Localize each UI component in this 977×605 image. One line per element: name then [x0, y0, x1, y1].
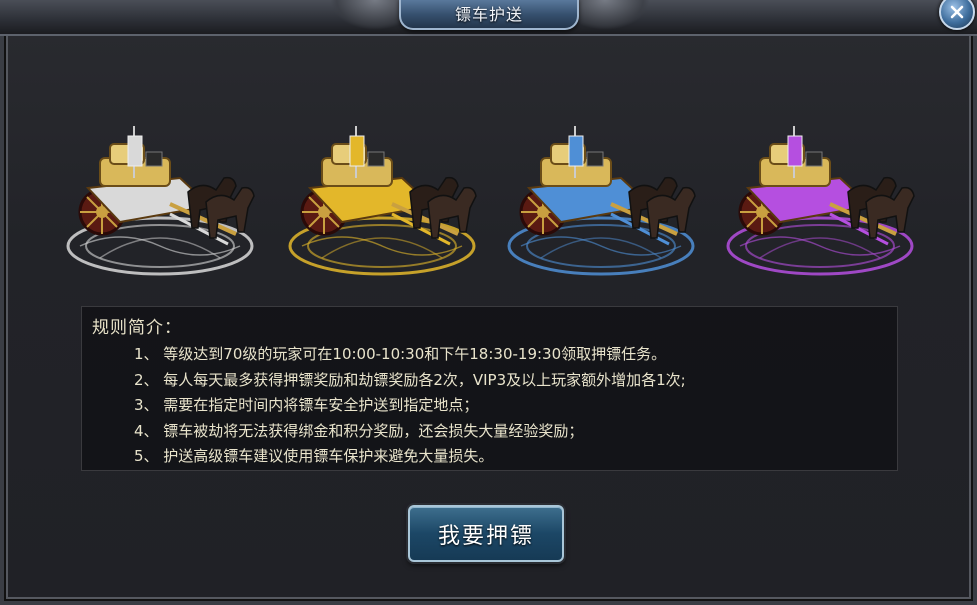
rule-item-4: 4、 镖车被劫将无法获得绑金和积分奖励，还会损失大量经验奖励；	[134, 421, 584, 440]
cart-blue	[501, 118, 701, 288]
rule-item-5: 5、 护送高级镖车建议使用镖车保护来避免大量损失。	[134, 447, 494, 465]
rule-item-1: 1、 等级达到70级的玩家可在10:00-10:30和下午18:30-19:30…	[134, 345, 667, 363]
rule-item-3: 3、 需要在指定时间内将镖车安全护送到指定地点；	[134, 396, 479, 414]
escort-button-label: 我要押镖	[437, 523, 534, 549]
rule-item-2: 2、 每人每天最多获得押镖奖励和劫镖奖励各2次，VIP3及以上玩家额外增加各1次…	[134, 370, 686, 389]
title-tab: 镖车护送	[399, 0, 579, 30]
cart-illustration	[66, 126, 255, 276]
cart-illustration	[507, 126, 696, 276]
escort-button[interactable]: 我要押镖	[408, 505, 564, 562]
cart-illustration	[288, 126, 477, 276]
cart-white	[60, 118, 260, 288]
close-icon	[950, 5, 964, 19]
cart-showcase	[60, 118, 920, 288]
rules-panel: 规则简介： 1、 等级达到70级的玩家可在10:00-10:30和下午18:30…	[81, 306, 898, 471]
cart-illustration	[726, 126, 915, 276]
dialog-title: 镖车护送	[454, 5, 523, 24]
rules-title: 规则简介：	[92, 318, 182, 338]
cart-gold	[282, 118, 482, 288]
cart-purple	[720, 118, 920, 288]
